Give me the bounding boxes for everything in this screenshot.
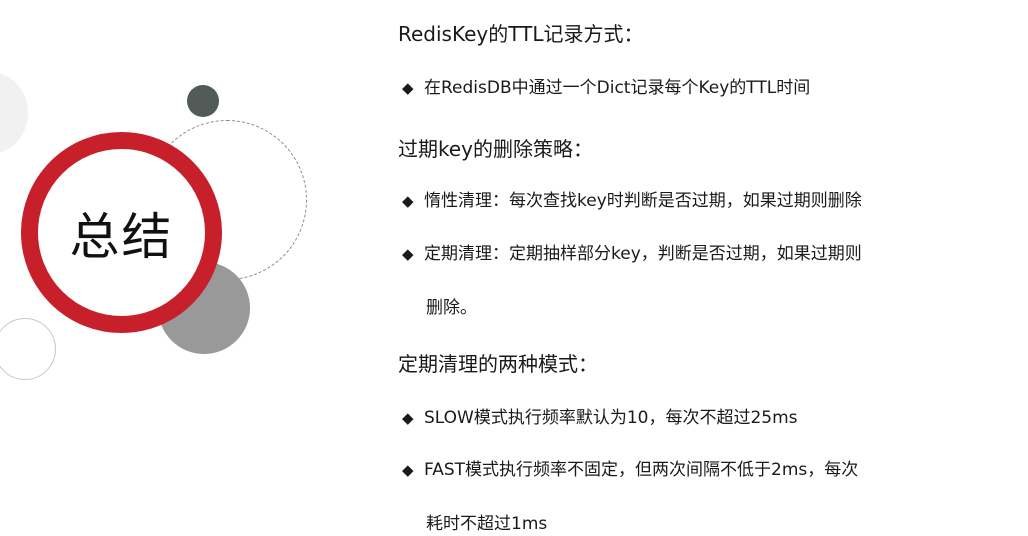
bullet-item: ◆ 在RedisDB中通过一个Dict记录每个Key的TTL时间 — [402, 63, 810, 113]
bullet-continuation: 删除。 — [426, 298, 477, 318]
section-heading-ttl: RedisKey的TTL记录方式： — [398, 22, 644, 46]
summary-badge: 总结 — [21, 132, 222, 333]
bullet-item: ◆ SLOW模式执行频率默认为10，每次不超过25ms — [402, 393, 798, 443]
diamond-bullet-icon: ◆ — [402, 461, 414, 479]
bullet-item: ◆ 惰性清理：每次查找key时判断是否过期，如果过期则删除 — [402, 176, 862, 226]
bullet-item: ◆ FAST模式执行频率不固定，但两次间隔不低于2ms，每次 — [402, 445, 858, 495]
diamond-bullet-icon: ◆ — [402, 192, 414, 210]
diamond-bullet-icon: ◆ — [402, 79, 414, 97]
decorative-dark-dot — [187, 85, 219, 117]
bullet-text: SLOW模式执行频率默认为10，每次不超过25ms — [424, 408, 798, 428]
decorative-light-circle — [0, 72, 28, 154]
diamond-bullet-icon: ◆ — [402, 409, 414, 427]
bullet-text: FAST模式执行频率不固定，但两次间隔不低于2ms，每次 — [424, 460, 859, 480]
bullet-continuation: 耗时不超过1ms — [426, 514, 548, 534]
section-heading-modes: 定期清理的两种模式： — [398, 352, 598, 376]
decorative-outline-ring — [0, 318, 56, 380]
section-heading-delete-strategy: 过期key的删除策略： — [398, 137, 594, 161]
summary-title: 总结 — [69, 207, 174, 266]
bullet-text: 定期清理：定期抽样部分key，判断是否过期，如果过期则 — [424, 244, 862, 264]
bullet-item: ◆ 定期清理：定期抽样部分key，判断是否过期，如果过期则 — [402, 229, 862, 279]
diamond-bullet-icon: ◆ — [402, 245, 414, 263]
bullet-text: 在RedisDB中通过一个Dict记录每个Key的TTL时间 — [424, 78, 811, 98]
bullet-text: 惰性清理：每次查找key时判断是否过期，如果过期则删除 — [424, 191, 862, 211]
